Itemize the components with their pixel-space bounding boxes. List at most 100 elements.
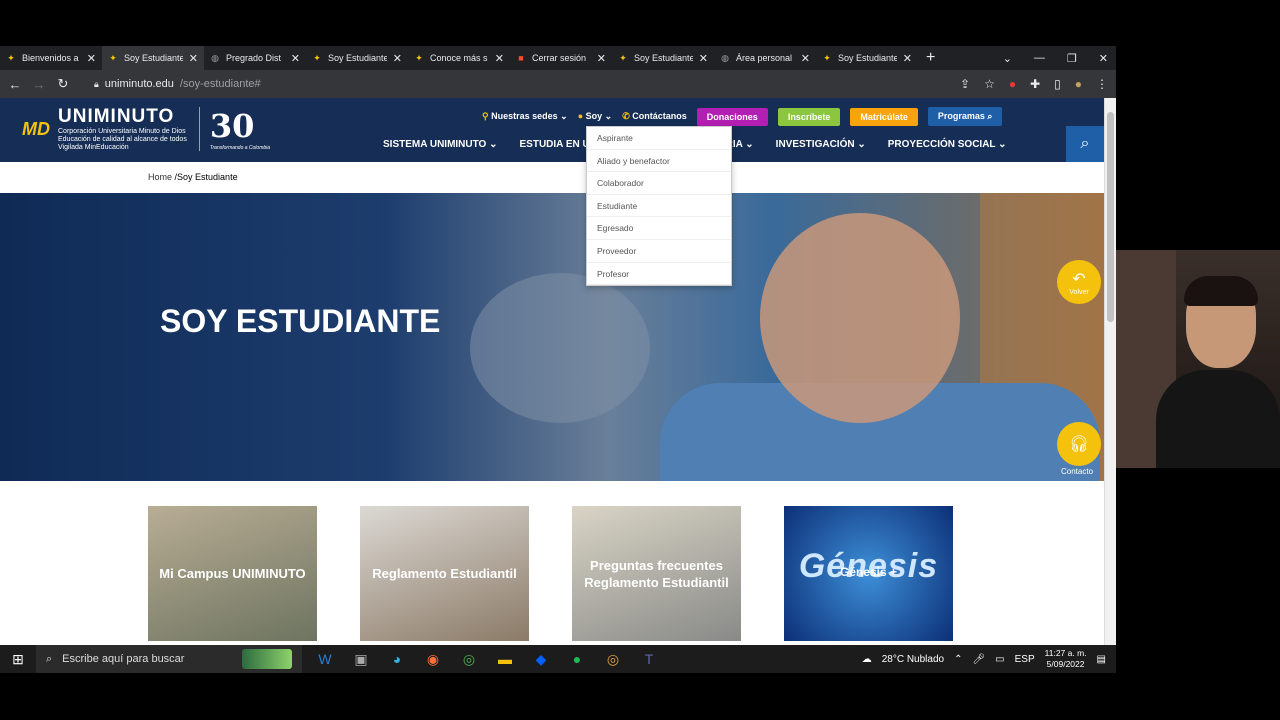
logo-line: Educación de calidad al alcance de todos: [58, 136, 187, 143]
programas-button[interactable]: Programas ⌕: [927, 107, 1003, 126]
breadcrumb-home[interactable]: Home: [148, 172, 172, 182]
nav-soy[interactable]: ● Soy ⌄: [578, 111, 613, 122]
file-explorer-icon[interactable]: ▬: [496, 651, 514, 668]
close-tab-icon[interactable]: ✕: [393, 52, 402, 65]
anniversary-tagline: Transformando a Colombia: [209, 145, 271, 151]
browser-tab[interactable]: ✦ Soy Estudiante ✕: [816, 46, 918, 70]
edge-icon[interactable]: ◕: [388, 651, 406, 668]
dropdown-item-aliado[interactable]: Aliado y benefactor: [587, 150, 731, 173]
dropdown-item-proveedor[interactable]: Proveedor: [587, 240, 731, 263]
logo-text: UNIMINUTO Corporación Universitaria Minu…: [58, 106, 187, 152]
dropdown-item-egresado[interactable]: Egresado: [587, 217, 731, 240]
extensions-puzzle-icon[interactable]: ✚: [1030, 77, 1040, 91]
toolbar-actions: ⇪ ☆ ● ✚ ▯ ● ⋮: [960, 77, 1108, 91]
windows-start-icon[interactable]: ⊞: [0, 651, 36, 668]
close-tab-icon[interactable]: ✕: [903, 52, 912, 65]
uniminuto-logo[interactable]: MD UNIMINUTO Corporación Universitaria M…: [22, 106, 270, 152]
matriculate-button[interactable]: Matricúlate: [850, 107, 918, 126]
spotify-icon[interactable]: ●: [568, 651, 586, 668]
side-panel-icon[interactable]: ▯: [1054, 77, 1061, 91]
chrome-icon[interactable]: ◎: [460, 651, 478, 668]
card-mi-campus[interactable]: Mi Campus UNIMINUTO: [148, 506, 317, 641]
photos-icon[interactable]: ▣: [352, 651, 370, 668]
dropdown-item-estudiante[interactable]: Estudiante: [587, 195, 731, 218]
site-search-button[interactable]: ⌕: [1066, 126, 1104, 162]
nav-investigacion[interactable]: INVESTIGACIÓN ⌄: [776, 139, 866, 150]
taskbar-search[interactable]: ⌕ Escribe aquí para buscar: [36, 645, 302, 673]
nav-label: PROYECCIÓN SOCIAL: [887, 139, 996, 150]
uniminuto-favicon-icon: ✦: [313, 53, 321, 63]
page-scrollbar[interactable]: [1104, 98, 1116, 645]
weather-label[interactable]: 28°C Nublado: [882, 654, 944, 665]
close-tab-icon[interactable]: ✕: [87, 52, 96, 65]
chevron-up-icon[interactable]: ⌃: [954, 654, 962, 665]
dropdown-item-aspirante[interactable]: Aspirante: [587, 127, 731, 150]
profile-avatar-icon[interactable]: ●: [1075, 77, 1082, 91]
webcam-person-hair: [1184, 276, 1258, 306]
reload-icon[interactable]: ↻: [56, 76, 70, 92]
card-preguntas-frecuentes[interactable]: Preguntas frecuentes Reglamento Estudian…: [572, 506, 741, 641]
volver-button[interactable]: ↶ Volver: [1057, 260, 1101, 304]
share-icon[interactable]: ⇪: [960, 77, 970, 91]
extension-icon[interactable]: ●: [1009, 77, 1016, 91]
close-tab-icon[interactable]: ✕: [699, 52, 708, 65]
nav-contacto-label: Contáctanos: [632, 111, 687, 121]
uniminuto-favicon-icon: ✦: [109, 53, 117, 63]
dropbox-icon[interactable]: ◆: [532, 651, 550, 668]
address-bar[interactable]: 🔒︎ uniminuto.edu/soy-estudiante#: [94, 78, 261, 90]
maximize-button[interactable]: ❐: [1067, 52, 1077, 65]
browser-tabbar: ✦ Bienvenidos a ✕ ✦ Soy Estudiante ✕ ◍ Pregra…: [0, 46, 1116, 70]
browser-tab[interactable]: ◍ Pregrado Dist ✕: [204, 46, 306, 70]
card-reglamento[interactable]: Reglamento Estudiantil: [360, 506, 529, 641]
bookmark-star-icon[interactable]: ☆: [984, 77, 995, 91]
close-tab-icon[interactable]: ✕: [801, 52, 810, 65]
minimize-button[interactable]: —: [1034, 52, 1045, 64]
dropdown-item-colaborador[interactable]: Colaborador: [587, 172, 731, 195]
menu-kebab-icon[interactable]: ⋮: [1096, 77, 1108, 91]
nav-proyeccion-social[interactable]: PROYECCIÓN SOCIAL ⌄: [888, 139, 1007, 150]
teams-icon[interactable]: T: [640, 651, 658, 668]
browser-tab[interactable]: ◍ Área personal ✕: [714, 46, 816, 70]
search-icon: ⌕: [987, 111, 993, 121]
contacto-button[interactable]: 🎧︎: [1057, 422, 1101, 466]
browser-tab[interactable]: ■ Cerrar sesión ✕: [510, 46, 612, 70]
browser-tab[interactable]: ✦ Soy Estudiante ✕: [306, 46, 408, 70]
soy-dropdown-menu: Aspirante Aliado y benefactor Colaborado…: [586, 126, 732, 287]
breadcrumb-current: /Soy Estudiante: [174, 172, 238, 182]
donaciones-button[interactable]: Donaciones: [696, 107, 768, 126]
inscribete-button[interactable]: Inscríbete: [777, 107, 841, 126]
nav-estudia[interactable]: ESTUDIA EN U: [520, 139, 590, 150]
clock[interactable]: 11:27 a. m. 5/09/2022: [1045, 648, 1087, 670]
new-tab-button[interactable]: +: [918, 49, 943, 67]
close-tab-icon[interactable]: ✕: [597, 52, 606, 65]
dropdown-item-profesor[interactable]: Profesor: [587, 263, 731, 286]
close-window-button[interactable]: ✕: [1099, 52, 1108, 65]
close-tab-icon[interactable]: ✕: [189, 52, 198, 65]
browser-tab[interactable]: ✦ Soy Estudiante ✕: [612, 46, 714, 70]
browser-tab[interactable]: ✦ Bienvenidos a ✕: [0, 46, 102, 70]
clock-date: 5/09/2022: [1046, 659, 1085, 669]
language-indicator[interactable]: ESP: [1015, 654, 1035, 665]
chrome-active-icon[interactable]: ◎: [604, 651, 622, 668]
nav-sistema-uniminuto[interactable]: SISTEMA UNIMINUTO ⌄: [383, 139, 498, 150]
contacto-label: Contacto: [1061, 467, 1094, 476]
notifications-icon[interactable]: ▤: [1097, 654, 1106, 665]
scrollbar-thumb[interactable]: [1107, 112, 1114, 322]
nav-contacto[interactable]: ✆ Contáctanos: [622, 111, 687, 122]
card-genesis[interactable]: Génesis Génesis +: [784, 506, 953, 641]
lock-icon[interactable]: 🔒︎: [94, 79, 99, 90]
browser-tab-active[interactable]: ✦ Soy Estudiante ✕: [102, 46, 204, 70]
network-icon[interactable]: ▭: [995, 654, 1004, 665]
browser-tab[interactable]: ✦ Conoce más s ✕: [408, 46, 510, 70]
forward-arrow-icon[interactable]: →: [32, 77, 46, 92]
back-arrow-icon[interactable]: ←: [8, 77, 22, 92]
close-tab-icon[interactable]: ✕: [495, 52, 504, 65]
microphone-icon[interactable]: 🎤︎: [972, 654, 985, 665]
tab-search-icon[interactable]: ⌄: [1003, 52, 1012, 65]
tab-title: Bienvenidos a: [22, 53, 79, 63]
word-icon[interactable]: W: [316, 651, 334, 668]
firefox-icon[interactable]: ◉: [424, 651, 442, 668]
card-label: Mi Campus UNIMINUTO: [159, 566, 306, 581]
nav-sedes[interactable]: ⚲ Nuestras sedes ⌄: [482, 111, 568, 122]
close-tab-icon[interactable]: ✕: [291, 52, 300, 65]
